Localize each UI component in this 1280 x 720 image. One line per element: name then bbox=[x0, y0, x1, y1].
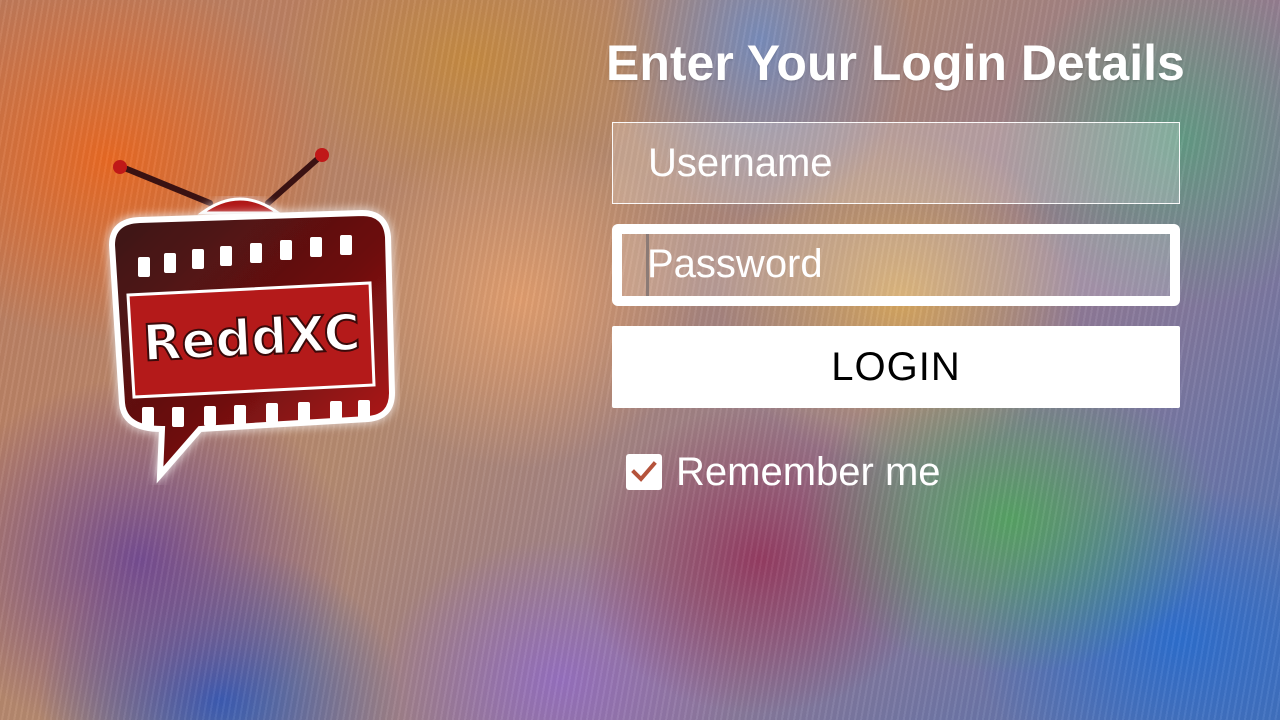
remember-me-label: Remember me bbox=[676, 449, 941, 494]
username-input[interactable]: Username bbox=[612, 122, 1180, 204]
username-placeholder: Username bbox=[648, 141, 833, 185]
page-title: Enter Your Login Details bbox=[606, 35, 1185, 91]
password-placeholder: Password bbox=[647, 242, 823, 286]
tv-film-icon: ReddXC bbox=[108, 148, 396, 484]
remember-me-checkbox[interactable] bbox=[626, 454, 662, 490]
checkmark-icon bbox=[631, 461, 657, 482]
login-button[interactable]: LOGIN bbox=[612, 326, 1180, 408]
password-input[interactable]: Password bbox=[612, 224, 1180, 306]
logo-brand-text: ReddXC bbox=[142, 303, 362, 372]
reddxc-logo: ReddXC bbox=[100, 145, 400, 485]
remember-me-toggle[interactable]: Remember me bbox=[626, 449, 941, 494]
